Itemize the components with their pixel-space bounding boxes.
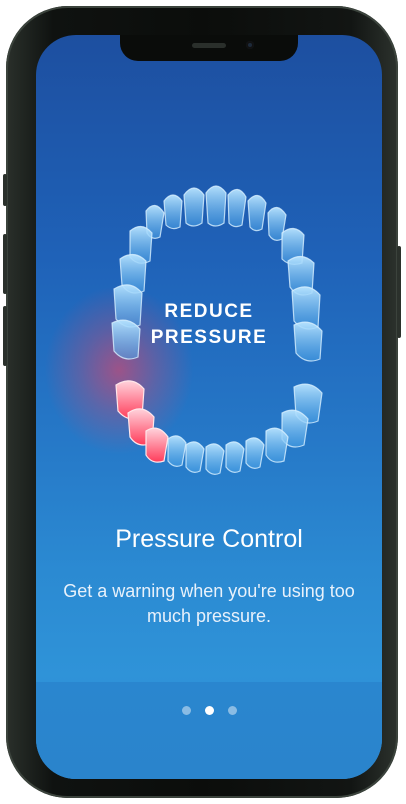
earpiece-speaker [192,43,226,48]
front-camera-icon [246,41,254,49]
volume-down-button [3,306,7,366]
notch [120,35,298,61]
feature-description: Get a warning when you're using too much… [63,581,355,626]
page-dot-2-active[interactable] [204,706,214,715]
bottom-band [36,682,382,779]
phone-frame: REDUCE PRESSURE Pressure Control Get a w… [3,6,401,798]
power-button [397,246,401,338]
page-dot-1[interactable] [181,706,191,715]
page-indicator[interactable] [36,702,382,720]
illustration-label-line2: PRESSURE [150,327,268,348]
mute-switch [3,174,7,206]
feature-title: Pressure Control [115,525,303,553]
onboarding-screen[interactable]: REDUCE PRESSURE Pressure Control Get a w… [36,35,382,779]
volume-up-button [3,234,7,294]
page-dot-3[interactable] [227,706,237,715]
illustration-label-line1: REDUCE [164,301,254,322]
illustration-label: REDUCE PRESSURE [36,299,382,351]
